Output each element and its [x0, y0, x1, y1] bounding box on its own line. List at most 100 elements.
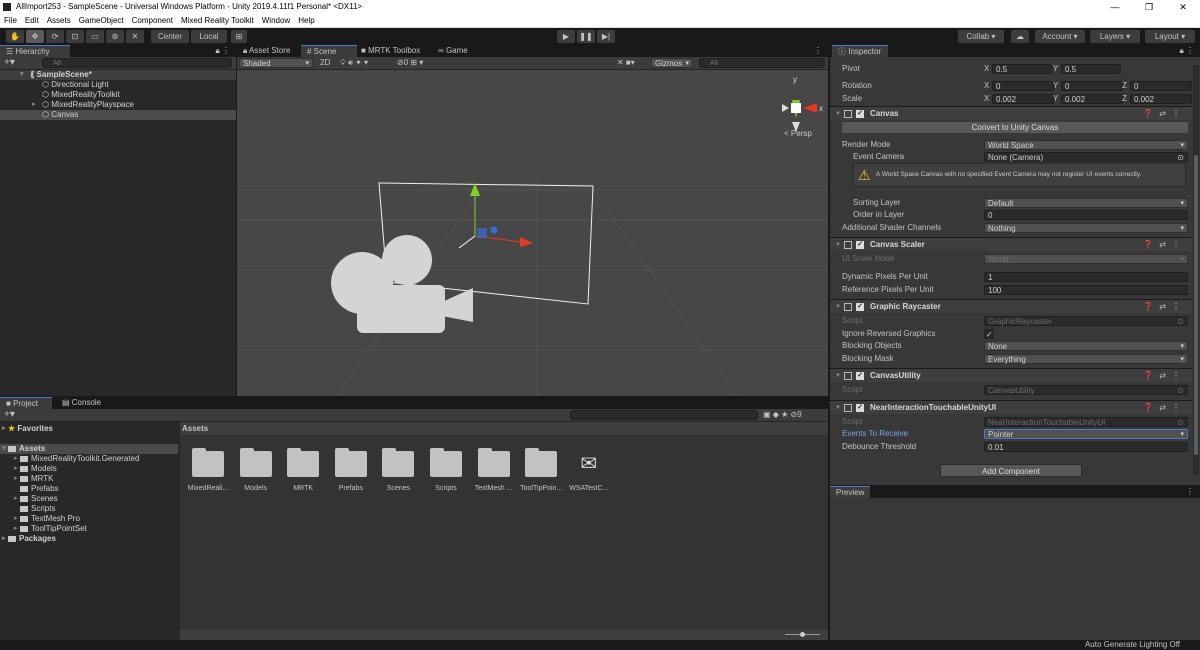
collapse-arrow-icon[interactable]: ▸ — [14, 454, 18, 464]
project-folder-item[interactable]: ▸ ToolTipPointSet — [0, 524, 178, 534]
vector-y-field[interactable]: 0.002 — [1061, 94, 1123, 104]
scene-viewport[interactable]: y x < Persp — [237, 70, 828, 396]
move-gizmo[interactable] — [458, 183, 533, 249]
object-picker-icon[interactable]: ⊙ — [1177, 153, 1184, 163]
component-enabled-checkbox[interactable]: ✓ — [856, 403, 864, 412]
input-field[interactable]: 100 — [984, 284, 1188, 295]
foldout-arrow-icon[interactable]: ▼ — [835, 369, 841, 383]
add-object-button[interactable]: +▾ — [4, 57, 15, 69]
object-field[interactable]: None (Camera) ⊙ — [984, 152, 1188, 162]
inspector-lock-icon[interactable]: 🔒︎ ⋮ — [1180, 46, 1194, 56]
project-folder-item[interactable]: ▸ Models — [0, 464, 178, 474]
dropdown[interactable]: Nothing — [984, 222, 1188, 234]
component-enabled-checkbox[interactable]: ✓ — [856, 303, 864, 311]
vector-x-field[interactable]: 0.002 — [992, 94, 1054, 104]
component-header[interactable]: ▼ ✓ CanvasUtility ❓⇄⋮ — [830, 368, 1192, 382]
object-picker-icon[interactable]: ⊙ — [1177, 386, 1184, 396]
step-button[interactable]: ▶| — [597, 30, 615, 43]
hand-tool-button[interactable]: ✋ — [6, 30, 24, 43]
dropdown[interactable]: Pointer — [984, 429, 1188, 440]
vector-y-field[interactable]: 0.5 — [1061, 64, 1121, 74]
menu-mixed-reality-toolkit[interactable]: Mixed Reality Toolkit — [181, 14, 254, 27]
asset-item[interactable]: Scenes — [374, 447, 422, 492]
expand-arrow-icon[interactable]: ▾ — [20, 70, 24, 80]
asset-item[interactable]: ✉ WSATestC... — [565, 447, 613, 492]
tab-asset-store[interactable]: 🔒︎ Asset Store — [237, 45, 301, 57]
collapse-arrow-icon[interactable]: ▸ — [14, 464, 18, 474]
hierarchy-item[interactable]: ⬡ Canvas — [0, 110, 236, 120]
input-field[interactable]: 1 — [984, 272, 1188, 282]
foldout-arrow-icon[interactable]: ▼ — [835, 300, 841, 314]
breadcrumb[interactable]: Assets — [180, 422, 828, 435]
collapse-arrow-icon[interactable]: ▸ — [14, 524, 18, 534]
checkbox[interactable]: ✓ — [984, 328, 994, 339]
asset-item[interactable]: MixedReali... — [184, 447, 232, 492]
asset-item[interactable]: TextMesh ... — [470, 447, 518, 492]
lock-icon[interactable]: 🔒︎ ⋮ — [216, 46, 230, 56]
collapse-arrow-icon[interactable]: ▸ — [14, 474, 18, 484]
move-tool-button[interactable]: ✥ — [26, 30, 44, 43]
tab-hierarchy[interactable]: ☰ Hierarchy — [0, 45, 70, 57]
gizmos-dropdown[interactable]: Gizmos — [651, 58, 693, 69]
layers-dropdown[interactable]: Layers ▾ — [1090, 30, 1140, 43]
dropdown[interactable]: None — [984, 341, 1188, 352]
shading-mode-dropdown[interactable]: Shaded — [239, 58, 313, 69]
rotate-tool-button[interactable]: ⟳ — [46, 30, 64, 43]
project-folder-item[interactable]: ▸ TextMesh Pro — [0, 514, 178, 524]
pivot-center-toggle[interactable]: Center — [151, 30, 189, 43]
filter-icons[interactable]: ▣ ◆ ★ ⊘9 — [763, 410, 802, 420]
add-component-button[interactable]: Add Component — [940, 464, 1082, 477]
menu-edit[interactable]: Edit — [25, 14, 39, 27]
component-menu-icons[interactable]: ❓⇄⋮ — [1143, 238, 1186, 252]
dropdown[interactable]: Everything — [984, 353, 1188, 365]
tools-icon[interactable]: ✕ ■▾ — [617, 58, 635, 68]
hidden-objects-count[interactable]: ⊘0 ⊞ ▾ — [397, 58, 423, 68]
project-search-input[interactable] — [570, 410, 758, 420]
menu-help[interactable]: Help — [298, 14, 314, 27]
component-enabled-checkbox[interactable]: ✓ — [856, 109, 864, 118]
play-button[interactable]: ▶ — [557, 30, 575, 43]
pause-button[interactable]: ❚❚ — [577, 30, 595, 43]
collab-dropdown[interactable]: Collab ▾ — [958, 30, 1004, 43]
component-header[interactable]: ▼ ✓ Canvas ❓⇄⋮ — [830, 105, 1192, 121]
menu-assets[interactable]: Assets — [47, 14, 71, 27]
pivot-local-toggle[interactable]: Local — [191, 30, 227, 43]
lighting-toggle-icon[interactable]: 💡︎ 🔊︎ ✦ ▾ — [340, 58, 368, 68]
project-folder-item[interactable]: ▸ MixedRealityToolkit.Generated — [0, 454, 178, 464]
menu-component[interactable]: Component — [132, 14, 173, 27]
input-field[interactable]: 0.01 — [984, 441, 1188, 452]
collapse-arrow-icon[interactable]: ▸ — [2, 424, 6, 434]
expand-arrow-icon[interactable]: ▾ — [2, 444, 6, 454]
asset-item[interactable]: Models — [232, 447, 280, 492]
vector-z-field[interactable]: 0.002 — [1130, 94, 1192, 104]
hierarchy-item[interactable]: ⬡ MixedRealityToolkit — [0, 90, 236, 100]
project-folder-item[interactable]: Prefabs — [0, 484, 178, 494]
component-menu-icons[interactable]: ❓⇄⋮ — [1143, 401, 1186, 415]
minimize-button[interactable]: — — [1098, 0, 1132, 14]
component-enabled-checkbox[interactable]: ✓ — [856, 241, 864, 249]
menu-gameobject[interactable]: GameObject — [79, 14, 124, 27]
foldout-arrow-icon[interactable]: ▼ — [835, 238, 841, 252]
project-folder-item[interactable]: Scripts — [0, 504, 178, 514]
vector-y-field[interactable]: 0 — [1061, 81, 1123, 91]
input-field[interactable]: 0 — [984, 210, 1188, 220]
hierarchy-item[interactable]: ⬡ Directional Light — [0, 80, 236, 90]
vector-x-field[interactable]: 0 — [992, 81, 1054, 91]
tab-inspector[interactable]: ⓘ Inspector — [832, 45, 888, 57]
dropdown[interactable]: Default — [984, 197, 1188, 209]
2d-toggle[interactable]: 2D — [320, 58, 330, 68]
component-menu-icons[interactable]: ❓⇄⋮ — [1143, 369, 1186, 383]
layout-dropdown[interactable]: Layout ▾ — [1145, 30, 1195, 43]
hierarchy-search-input[interactable] — [42, 58, 232, 68]
icon-size-slider[interactable] — [800, 632, 805, 637]
component-menu-icons[interactable]: ❓⇄⋮ — [1143, 107, 1186, 121]
tab-console[interactable]: ▤ Console — [56, 397, 118, 409]
asset-item[interactable]: MRTK — [279, 447, 327, 492]
snap-grid-button[interactable]: ⊞ — [231, 30, 247, 43]
menu-file[interactable]: File — [4, 14, 17, 27]
component-header[interactable]: ▼ ✓ Graphic Raycaster ❓⇄⋮ — [830, 299, 1192, 313]
transform-tool-button[interactable]: ⊛ — [106, 30, 124, 43]
collapse-arrow-icon[interactable]: ▸ — [2, 534, 6, 544]
component-header[interactable]: ▼ ✓ NearInteractionTouchableUnityUI ❓⇄⋮ — [830, 399, 1192, 415]
dropdown[interactable]: World Space — [984, 139, 1188, 151]
